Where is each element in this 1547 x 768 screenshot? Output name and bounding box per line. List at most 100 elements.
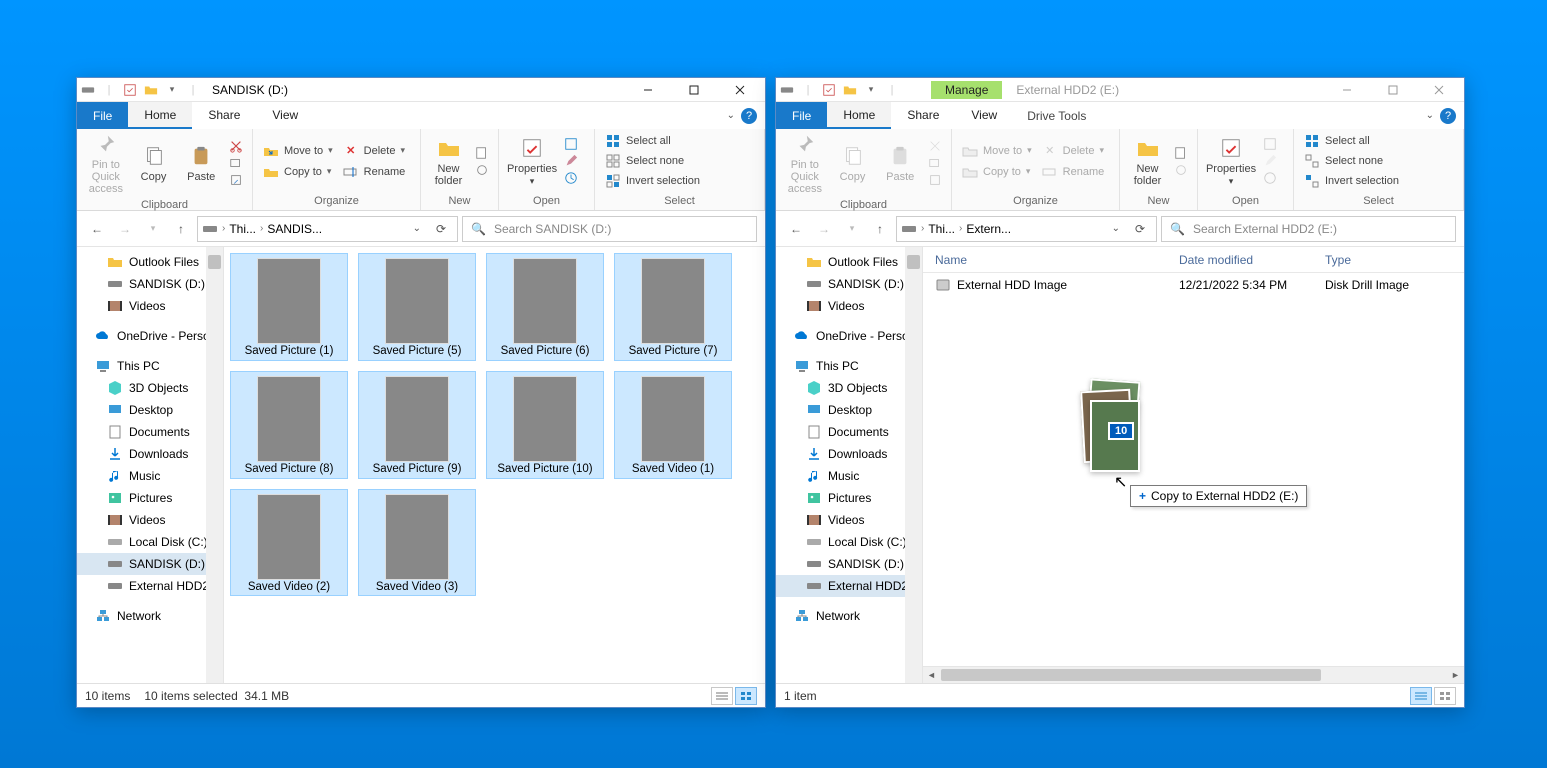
column-name[interactable]: Name <box>923 253 1179 267</box>
breadcrumb[interactable]: SANDIS... <box>267 222 322 236</box>
easy-access-icon[interactable] <box>1173 162 1189 178</box>
help-icon[interactable]: ? <box>741 108 757 124</box>
cut-icon[interactable] <box>228 138 244 154</box>
maximize-button[interactable] <box>1370 79 1416 101</box>
new-item-icon[interactable] <box>1173 145 1189 161</box>
thumbnails-view-button[interactable] <box>735 687 757 705</box>
copy-path-icon[interactable] <box>228 155 244 171</box>
breadcrumb[interactable]: Thi... <box>928 222 955 236</box>
sidebar-item[interactable]: Music <box>77 465 223 487</box>
sidebar-item-this-pc[interactable]: This PC <box>776 355 922 377</box>
minimize-button[interactable] <box>1324 79 1370 101</box>
column-date[interactable]: Date modified <box>1179 253 1325 267</box>
select-all-button[interactable]: Select all <box>603 132 702 150</box>
open-icon[interactable] <box>1262 136 1278 152</box>
paste-button[interactable]: Paste <box>180 143 222 183</box>
title-bar[interactable]: | ▾ | SANDISK (D:) <box>77 78 765 102</box>
file-item[interactable]: Saved Video (3) <box>358 489 476 597</box>
rename-button[interactable]: Rename <box>341 163 408 181</box>
help-icon[interactable]: ? <box>1440 108 1456 124</box>
columns-header[interactable]: Name Date modified Type <box>923 247 1464 273</box>
back-button[interactable]: ← <box>85 217 109 241</box>
move-to-button[interactable]: Move to ▾ <box>261 142 335 160</box>
menu-file[interactable]: File <box>776 102 827 129</box>
invert-selection-button[interactable]: Invert selection <box>1302 172 1401 190</box>
search-input[interactable]: 🔍 Search External HDD2 (E:) <box>1161 216 1456 242</box>
copy-button[interactable]: Copy <box>133 143 175 183</box>
file-item[interactable]: Saved Video (2) <box>230 489 348 597</box>
forward-button[interactable]: → <box>812 217 836 241</box>
address-dropdown-icon[interactable]: ⌄ <box>409 223 425 234</box>
menu-home[interactable]: Home <box>128 102 192 129</box>
chevron-right-icon[interactable]: › <box>921 223 924 234</box>
pin-to-quick-access-button[interactable]: Pin to Quick access <box>784 131 826 195</box>
address-bar[interactable]: › Thi... › SANDIS... ⌄ ⟳ <box>197 216 458 242</box>
sidebar-item[interactable]: External HDD2 (E <box>776 575 922 597</box>
scroll-left-icon[interactable]: ◄ <box>923 667 940 683</box>
easy-access-icon[interactable] <box>474 162 490 178</box>
select-none-button[interactable]: Select none <box>603 152 702 170</box>
file-item[interactable]: Saved Picture (10) <box>486 371 604 479</box>
menu-drive-tools[interactable]: Drive Tools <box>1013 102 1100 129</box>
file-item[interactable]: Saved Picture (5) <box>358 253 476 361</box>
address-bar[interactable]: › Thi... › Extern... ⌄ ⟳ <box>896 216 1157 242</box>
sidebar-item-network[interactable]: Network <box>776 605 922 627</box>
minimize-button[interactable] <box>625 79 671 101</box>
forward-button[interactable]: → <box>113 217 137 241</box>
sidebar-item[interactable]: Videos <box>776 295 922 317</box>
sidebar-item[interactable]: SANDISK (D:) <box>77 273 223 295</box>
sidebar-item[interactable]: External HDD2 (E <box>77 575 223 597</box>
paste-button[interactable]: Paste <box>879 143 921 183</box>
menu-view[interactable]: View <box>955 102 1013 129</box>
menu-home[interactable]: Home <box>827 102 891 129</box>
breadcrumb[interactable]: Extern... <box>966 222 1011 236</box>
close-button[interactable] <box>1416 79 1462 101</box>
invert-selection-button[interactable]: Invert selection <box>603 172 702 190</box>
sidebar-item[interactable]: Pictures <box>77 487 223 509</box>
delete-button[interactable]: ✕Delete ▾ <box>341 142 408 160</box>
scrollbar-vertical[interactable] <box>206 247 223 683</box>
select-none-button[interactable]: Select none <box>1302 152 1401 170</box>
sidebar-item[interactable]: Downloads <box>776 443 922 465</box>
copy-path-icon[interactable] <box>927 155 943 171</box>
sidebar-item[interactable]: Outlook Files <box>776 251 922 273</box>
details-view-button[interactable] <box>711 687 733 705</box>
recent-dropdown-icon[interactable]: ▾ <box>840 217 864 241</box>
paste-shortcut-icon[interactable] <box>228 172 244 188</box>
move-to-button[interactable]: Move to ▾ <box>960 142 1034 160</box>
history-icon[interactable] <box>1262 170 1278 186</box>
sidebar-item[interactable]: 3D Objects <box>77 377 223 399</box>
navigation-pane[interactable]: Outlook FilesSANDISK (D:)VideosOneDrive … <box>77 247 224 683</box>
thumbnails-view-button[interactable] <box>1434 687 1456 705</box>
scroll-right-icon[interactable]: ► <box>1447 667 1464 683</box>
ribbon-collapse-icon[interactable]: ⌄ <box>1426 110 1434 121</box>
file-item[interactable]: Saved Picture (6) <box>486 253 604 361</box>
address-dropdown-icon[interactable]: ⌄ <box>1108 223 1124 234</box>
new-item-icon[interactable] <box>474 145 490 161</box>
file-item[interactable]: Saved Picture (9) <box>358 371 476 479</box>
copy-button[interactable]: Copy <box>832 143 874 183</box>
file-area[interactable]: Name Date modified Type External HDD Ima… <box>923 247 1464 683</box>
select-all-button[interactable]: Select all <box>1302 132 1401 150</box>
file-area[interactable]: Saved Picture (1)Saved Picture (5)Saved … <box>224 247 765 683</box>
menu-share[interactable]: Share <box>891 102 955 129</box>
recent-dropdown-icon[interactable]: ▾ <box>141 217 165 241</box>
new-folder-button[interactable]: New folder <box>1128 135 1167 187</box>
copy-to-button[interactable]: Copy to ▾ <box>960 163 1034 181</box>
edit-icon[interactable] <box>1262 153 1278 169</box>
sidebar-item[interactable]: Local Disk (C:) <box>77 531 223 553</box>
file-row[interactable]: External HDD Image 12/21/2022 5:34 PM Di… <box>923 273 1464 297</box>
sidebar-item[interactable]: Videos <box>77 295 223 317</box>
search-input[interactable]: 🔍 Search SANDISK (D:) <box>462 216 757 242</box>
open-icon[interactable] <box>563 136 579 152</box>
details-view-button[interactable] <box>1410 687 1432 705</box>
sidebar-item[interactable]: Documents <box>776 421 922 443</box>
sidebar-item[interactable]: SANDISK (D:) <box>776 553 922 575</box>
cut-icon[interactable] <box>927 138 943 154</box>
sidebar-item[interactable]: 3D Objects <box>776 377 922 399</box>
sidebar-item[interactable]: Local Disk (C:) <box>776 531 922 553</box>
chevron-right-icon[interactable]: › <box>260 223 263 234</box>
sidebar-item[interactable]: Music <box>776 465 922 487</box>
sidebar-item[interactable]: Outlook Files <box>77 251 223 273</box>
rename-button[interactable]: Rename <box>1040 163 1107 181</box>
